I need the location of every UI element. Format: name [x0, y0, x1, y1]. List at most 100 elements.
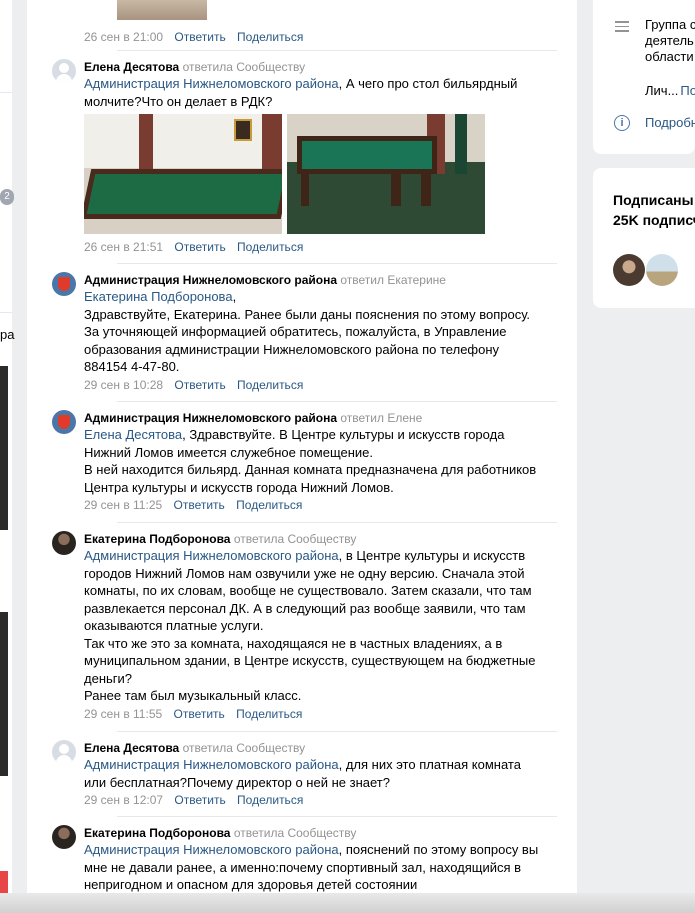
comment-time[interactable]: 29 сен в 11:25 — [84, 498, 162, 512]
subscribers-title-line: Подписаны — [613, 192, 694, 208]
billiard-photo[interactable] — [287, 114, 485, 234]
comment: Администрация Нижнеломовского района отв… — [52, 410, 544, 513]
comment-meta: 29 сен в 12:07 Ответить Поделиться — [84, 792, 544, 808]
group-description-line: области — [645, 49, 694, 64]
comment: Елена Десятова ответила Сообществу Админ… — [52, 59, 544, 255]
comment-paragraph: В ней находится бильярд. Данная комната … — [84, 462, 537, 495]
comment-author[interactable]: Елена Десятова — [84, 60, 179, 74]
reply-target[interactable]: ответила Сообществу — [234, 826, 357, 840]
comment-author[interactable]: Администрация Нижнеломовского района — [84, 273, 337, 287]
reply-target[interactable]: ответила Сообществу — [234, 532, 357, 546]
share-link[interactable]: Поделиться — [236, 498, 302, 512]
description-icon — [615, 21, 629, 35]
reply-target[interactable]: ответила Сообществу — [183, 741, 306, 755]
comment-time[interactable]: 29 сен в 10:28 — [84, 378, 163, 392]
comment: Екатерина Подборонова ответила Сообществ… — [52, 531, 544, 722]
comment-divider — [117, 50, 557, 51]
info-icon[interactable]: i — [614, 115, 630, 131]
avatar[interactable] — [52, 272, 76, 296]
comment-meta: 26 сен в 21:51 Ответить Поделиться — [84, 239, 544, 255]
avatar[interactable] — [52, 825, 76, 849]
comment-text: Администрация Нижнеломовского района, А … — [84, 75, 544, 110]
comment-time[interactable]: 29 сен в 11:55 — [84, 707, 162, 721]
mention-link[interactable]: Администрация Нижнеломовского района — [84, 548, 339, 563]
comment-meta: 29 сен в 11:25 Ответить Поделиться — [84, 497, 544, 513]
comment-text: Екатерина Подборонова, Здравствуйте, Ека… — [84, 288, 544, 376]
comment-author[interactable]: Екатерина Подборонова — [84, 532, 230, 546]
comment-paragraph: Ранее там был музыкальный класс. — [84, 688, 302, 703]
reply-target[interactable]: ответил Екатерине — [340, 273, 446, 287]
group-description-line: деятель — [645, 33, 694, 48]
left-sidebar: 2 ра — [0, 0, 15, 913]
comment-author[interactable]: Елена Десятова — [84, 741, 179, 755]
comment-divider — [117, 731, 557, 732]
comment-text: Администрация Нижнеломовского района, дл… — [84, 756, 544, 791]
mention-link[interactable]: Администрация Нижнеломовского района — [84, 76, 339, 91]
avatar[interactable] — [52, 531, 76, 555]
counter-badge: 2 — [0, 189, 14, 205]
comment-divider — [117, 401, 557, 402]
comment-text: Администрация Нижнеломовского района, в … — [84, 547, 544, 705]
group-lich: Лич... По — [645, 83, 695, 98]
comment: 26 сен в 21:00 Ответить Поделиться — [84, 28, 544, 45]
comment: Екатерина Подборонова ответила Сообществ… — [52, 825, 544, 894]
comment: Администрация Нижнеломовского района отв… — [52, 272, 544, 393]
reply-link[interactable]: Ответить — [174, 378, 225, 392]
comment-divider — [117, 263, 557, 264]
reply-link[interactable]: Ответить — [174, 30, 225, 44]
sidebar-image[interactable] — [0, 612, 8, 776]
subscribers-count: 25K подписч — [613, 212, 695, 228]
share-link[interactable]: Поделиться — [237, 378, 303, 392]
sidebar-red-element[interactable] — [0, 871, 8, 893]
subscriber-avatar[interactable] — [646, 254, 678, 286]
reply-target[interactable]: ответил Елене — [340, 411, 422, 425]
comment-meta: 29 сен в 10:28 Ответить Поделиться — [84, 377, 544, 393]
share-link[interactable]: Поделиться — [237, 240, 303, 254]
share-link[interactable]: Поделиться — [237, 30, 303, 44]
comment-meta: 26 сен в 21:00 Ответить Поделиться — [84, 29, 544, 45]
mention-link[interactable]: Елена Десятова — [84, 427, 182, 442]
lich-text: Лич... — [645, 83, 679, 98]
billiard-photo[interactable] — [84, 114, 282, 234]
comment-time[interactable]: 26 сен в 21:00 — [84, 30, 163, 44]
sidebar-image[interactable] — [0, 366, 8, 530]
comment-text-content: , — [232, 289, 237, 304]
comment-divider — [117, 816, 557, 817]
comment-author[interactable]: Администрация Нижнеломовского района — [84, 411, 337, 425]
comment-text: Администрация Нижнеломовского района, по… — [84, 841, 544, 894]
share-link[interactable]: Поделиться — [236, 707, 302, 721]
avatar[interactable] — [52, 410, 76, 434]
sidebar-text: ра — [0, 327, 15, 342]
group-description-line: Группа с — [645, 17, 695, 32]
reply-link[interactable]: Ответить — [174, 793, 225, 807]
mention-link[interactable]: Администрация Нижнеломовского района — [84, 757, 339, 772]
mention-link[interactable]: Екатерина Подборонова — [84, 289, 233, 304]
more-info-link[interactable]: Подробн — [645, 115, 695, 130]
comment: Елена Десятова ответила Сообществу Админ… — [52, 740, 544, 808]
lich-link[interactable]: По — [680, 83, 695, 98]
sidebar-divider — [0, 312, 12, 313]
comment-time[interactable]: 29 сен в 12:07 — [84, 793, 163, 807]
group-description: Группа с деятель области — [645, 17, 695, 65]
avatar[interactable] — [52, 740, 76, 764]
reply-target[interactable]: ответила Сообществу — [183, 60, 306, 74]
comment-author[interactable]: Екатерина Подборонова — [84, 826, 230, 840]
share-link[interactable]: Поделиться — [237, 793, 303, 807]
reply-link[interactable]: Ответить — [174, 498, 225, 512]
comment-time[interactable]: 26 сен в 21:51 — [84, 240, 163, 254]
taskbar-strip — [0, 893, 695, 913]
comment-paragraph: Так что же это за комната, находящаяся н… — [84, 635, 536, 686]
comment-meta: 29 сен в 11:55 Ответить Поделиться — [84, 706, 544, 722]
comment-text: Елена Десятова, Здравствуйте. В Центре к… — [84, 426, 544, 496]
reply-link[interactable]: Ответить — [174, 707, 225, 721]
sidebar-divider — [0, 92, 12, 93]
reply-link[interactable]: Ответить — [174, 240, 225, 254]
subscribers-title[interactable]: Подписаны 25K подписч — [613, 190, 695, 230]
group-info-card: Группа с деятель области Лич... По i Подр… — [593, 0, 695, 154]
mention-link[interactable]: Администрация Нижнеломовского района — [84, 842, 339, 857]
comment-divider — [117, 522, 557, 523]
photo-attachment-partial[interactable] — [117, 0, 207, 20]
comment-paragraph: Здравствуйте, Екатерина. Ранее были даны… — [84, 306, 530, 375]
subscriber-avatar[interactable] — [613, 254, 645, 286]
avatar[interactable] — [52, 59, 76, 83]
